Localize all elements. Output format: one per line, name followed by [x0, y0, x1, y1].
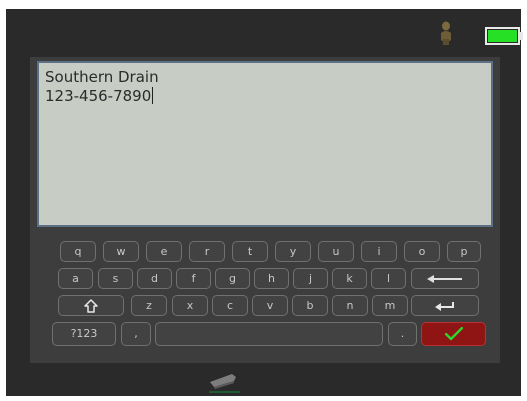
- shift-key[interactable]: [58, 295, 124, 316]
- key-r[interactable]: r: [189, 241, 225, 262]
- key-y[interactable]: y: [275, 241, 311, 262]
- key-i[interactable]: i: [361, 241, 397, 262]
- backspace-key[interactable]: [411, 268, 479, 289]
- text-line-2-content: 123-456-7890: [45, 87, 152, 105]
- key-s[interactable]: s: [98, 268, 133, 289]
- comma-key[interactable]: ,: [121, 322, 151, 346]
- text-line-2: 123-456-7890: [45, 87, 485, 106]
- key-g[interactable]: g: [215, 268, 250, 289]
- key-w[interactable]: w: [103, 241, 139, 262]
- symbols-key[interactable]: ?123: [52, 322, 116, 346]
- text-caret: [152, 87, 154, 104]
- key-e[interactable]: e: [146, 241, 182, 262]
- key-q[interactable]: q: [60, 241, 96, 262]
- key-o[interactable]: o: [404, 241, 440, 262]
- person-icon: [441, 21, 451, 45]
- key-x[interactable]: x: [172, 295, 208, 316]
- key-l[interactable]: l: [371, 268, 406, 289]
- key-t[interactable]: t: [232, 241, 268, 262]
- checkmark-icon: [444, 327, 463, 341]
- key-h[interactable]: h: [254, 268, 289, 289]
- backspace-icon: [427, 274, 462, 283]
- key-b[interactable]: b: [292, 295, 328, 316]
- shift-icon: [84, 298, 98, 313]
- text-line-1: Southern Drain: [45, 68, 159, 86]
- key-z[interactable]: z: [131, 295, 167, 316]
- key-f[interactable]: f: [176, 268, 211, 289]
- space-bar[interactable]: [155, 322, 383, 346]
- key-n[interactable]: n: [332, 295, 368, 316]
- key-u[interactable]: u: [318, 241, 354, 262]
- key-j[interactable]: j: [293, 268, 328, 289]
- text-input-area[interactable]: Southern Drain 123-456-7890: [37, 61, 493, 227]
- key-d[interactable]: d: [137, 268, 172, 289]
- key-m[interactable]: m: [372, 295, 408, 316]
- key-a[interactable]: a: [58, 268, 93, 289]
- battery-icon: [485, 27, 523, 45]
- status-bar: [6, 9, 523, 51]
- period-key[interactable]: .: [388, 322, 417, 346]
- key-v[interactable]: v: [252, 295, 288, 316]
- confirm-button[interactable]: [421, 322, 486, 346]
- key-p[interactable]: p: [447, 241, 481, 262]
- device-icon[interactable]: [206, 368, 242, 394]
- enter-icon: [435, 301, 454, 311]
- key-k[interactable]: k: [332, 268, 367, 289]
- enter-key[interactable]: [411, 295, 479, 316]
- key-c[interactable]: c: [212, 295, 248, 316]
